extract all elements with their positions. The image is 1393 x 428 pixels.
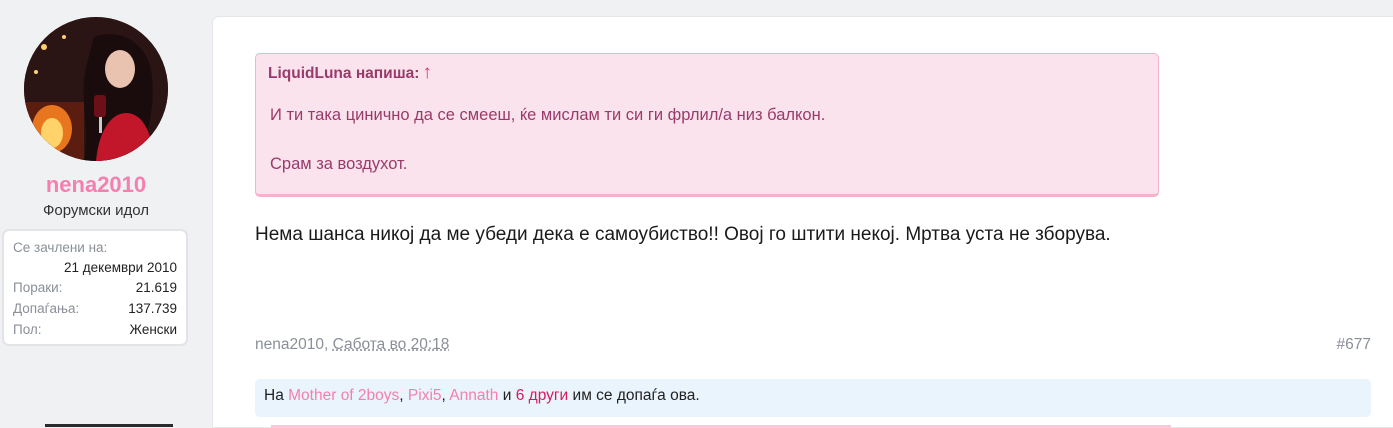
avatar-image bbox=[24, 17, 168, 161]
post-body: LiquidLuna напиша: ↑ И ти така цинично да… bbox=[213, 17, 1393, 428]
post-date[interactable]: Сабота во 20:18 bbox=[333, 336, 450, 353]
likes-suffix: им се допаѓа ова. bbox=[572, 387, 700, 404]
post-message: Нема шанса никој да ме убеди дека е само… bbox=[255, 224, 1111, 245]
quote-block: LiquidLuna напиша: ↑ И ти така цинично да… bbox=[255, 53, 1159, 197]
avatar[interactable] bbox=[24, 17, 168, 161]
like-user-link[interactable]: Pixi5 bbox=[408, 387, 442, 404]
post-number[interactable]: #677 bbox=[1337, 336, 1371, 354]
stat-label-joined: Се зачлени на: bbox=[13, 240, 108, 255]
post-meta: nena2010, Сабота во 20:18 bbox=[255, 336, 449, 354]
quote-paragraph: Срам за воздухот. bbox=[270, 155, 408, 173]
stat-value-gender: Женски bbox=[129, 322, 177, 337]
quote-paragraph: И ти така цинично да се смееш, ќе мислам… bbox=[270, 106, 826, 124]
username[interactable]: nena2010 bbox=[0, 172, 192, 198]
like-user-link[interactable]: Mother of 2boys bbox=[288, 387, 399, 404]
stat-value-likes: 137.739 bbox=[128, 301, 177, 316]
likes-and: и bbox=[502, 387, 512, 404]
quote-header[interactable]: LiquidLuna напиша: ↑ bbox=[268, 62, 432, 84]
like-user-link[interactable]: Annath bbox=[449, 387, 498, 404]
stat-label-posts: Пораки: bbox=[13, 280, 63, 295]
quote-author[interactable]: LiquidLuna напиша: bbox=[268, 65, 419, 82]
like-others-link[interactable]: 6 други bbox=[516, 387, 568, 404]
likes-prefix: На bbox=[264, 387, 284, 404]
stat-value-posts: 21.619 bbox=[135, 280, 177, 295]
likes-bar: На Mother of 2boys, Pixi5, Annath и 6 др… bbox=[255, 379, 1371, 417]
user-info-column: nena2010 Форумски идол Се зачлени на: 21… bbox=[0, 0, 192, 427]
likes-separator: , bbox=[399, 387, 404, 404]
user-stats-box: Се зачлени на: 21 декември 2010 Пораки: … bbox=[2, 229, 188, 346]
user-title: Форумски идол bbox=[42, 202, 150, 219]
stat-value-joined: 21 декември 2010 bbox=[63, 260, 177, 275]
likes-separator: , bbox=[441, 387, 446, 404]
post-author[interactable]: nena2010, bbox=[255, 336, 328, 353]
stat-label-gender: Пол: bbox=[13, 322, 42, 337]
stat-label-likes: Допаѓања: bbox=[13, 301, 80, 316]
arrow-up-icon[interactable]: ↑ bbox=[422, 62, 432, 83]
